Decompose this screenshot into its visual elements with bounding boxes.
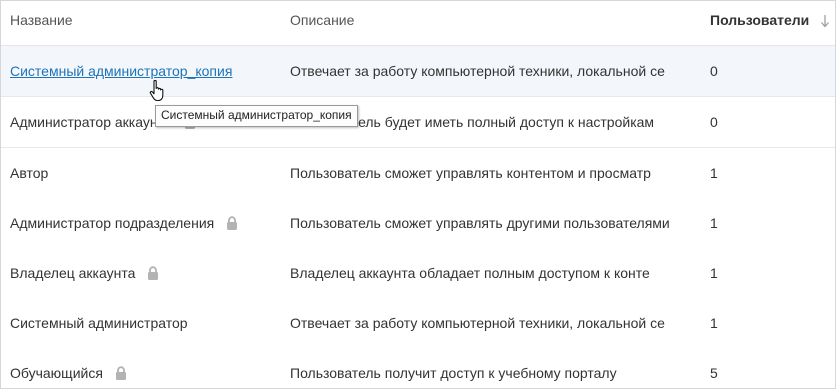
table-row[interactable]: Владелец аккаунта Владелец аккаунта обла…: [1, 248, 835, 299]
table-row[interactable]: Администратор аккаунта Пользователь буде…: [1, 97, 835, 148]
role-name-text: Администратор подразделения: [10, 215, 215, 231]
role-user-count: 1: [710, 315, 718, 331]
role-name[interactable]: Автор: [10, 148, 48, 198]
roles-table: Название Описание Пользователи Системный…: [0, 0, 836, 389]
sort-down-arrow-icon[interactable]: [820, 14, 830, 28]
column-header-users[interactable]: Пользователи: [710, 1, 809, 45]
column-header-name[interactable]: Название: [10, 1, 73, 45]
role-name[interactable]: Администратор подразделения: [10, 198, 238, 248]
role-name-text: Владелец аккаунта: [10, 265, 136, 281]
table-row[interactable]: Администратор подразделения Пользователь…: [1, 198, 835, 249]
role-name[interactable]: Владелец аккаунта: [10, 248, 159, 298]
lock-icon: [227, 216, 238, 230]
role-description: Отвечает за работу компьютерной техники,…: [290, 315, 665, 331]
table-row[interactable]: Обучающийся Пользователь получит доступ …: [1, 348, 835, 388]
table-row[interactable]: Системный администратор_копия Отвечает з…: [1, 46, 835, 97]
role-description: Пользователь сможет управлять контентом …: [290, 165, 651, 181]
role-name-text: Обучающийся: [10, 365, 103, 381]
role-user-count: 0: [710, 114, 718, 130]
role-user-count: 1: [710, 265, 718, 281]
table-row[interactable]: Системный администратор Отвечает за рабо…: [1, 298, 835, 349]
lock-icon: [115, 366, 126, 380]
role-description: Отвечает за работу компьютерной техники,…: [290, 63, 665, 79]
role-user-count: 1: [710, 215, 718, 231]
table-row[interactable]: Автор Пользователь сможет управлять конт…: [1, 148, 835, 199]
role-user-count: 0: [710, 63, 718, 79]
role-description: Владелец аккаунта обладает полным доступ…: [290, 265, 650, 281]
role-description: Пользователь сможет управлять другими по…: [290, 215, 670, 231]
role-name[interactable]: Системный администратор: [10, 298, 188, 348]
name-tooltip: Системный администратор_копия: [155, 105, 358, 127]
role-user-count: 5: [710, 365, 718, 381]
lock-icon: [148, 266, 159, 280]
hand-pointer-cursor-icon: [149, 79, 164, 102]
role-name-link[interactable]: Системный администратор_копия: [10, 46, 232, 96]
table-header: Название Описание Пользователи: [1, 1, 835, 46]
role-description: Пользователь получит доступ к учебному п…: [290, 365, 617, 381]
column-header-description[interactable]: Описание: [290, 1, 354, 45]
role-name-text: Администратор аккаунта: [10, 114, 172, 130]
role-user-count: 1: [710, 165, 718, 181]
role-name[interactable]: Обучающийся: [10, 348, 127, 388]
